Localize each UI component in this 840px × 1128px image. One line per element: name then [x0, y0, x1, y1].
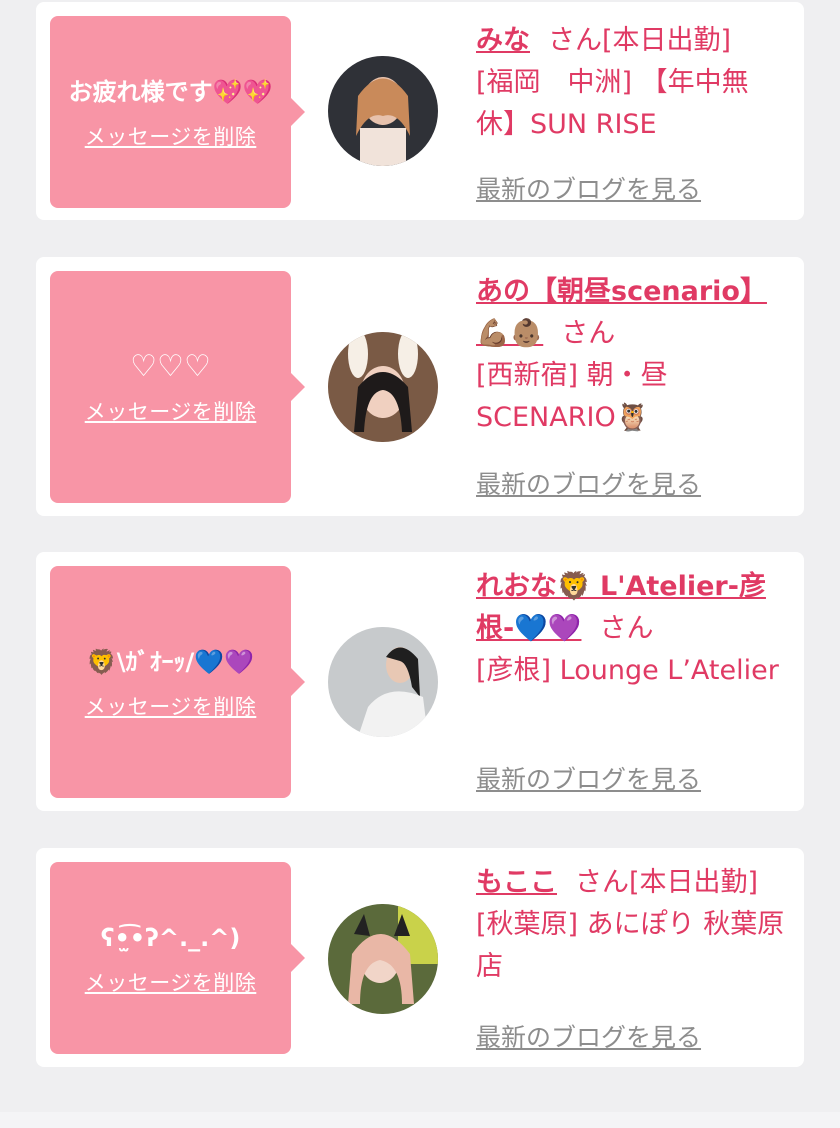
avatar[interactable]	[328, 332, 438, 442]
message-text: ♡♡♡	[130, 349, 211, 384]
name-suffix: さん[本日出勤]	[575, 867, 759, 898]
bottom-divider	[0, 1112, 840, 1128]
profile-name-link[interactable]: もここ	[476, 867, 557, 898]
delete-message-link[interactable]: メッセージを削除	[85, 121, 257, 151]
avatar[interactable]	[328, 627, 438, 737]
delete-message-link[interactable]: メッセージを削除	[85, 691, 257, 721]
profile-name-link[interactable]: あの【朝昼scenario】💪🏽👶🏽	[476, 276, 767, 349]
message-card: ♡♡♡ メッセージを削除 あの【朝昼scenario】💪🏽👶🏽 さん [西新宿] …	[36, 257, 804, 516]
latest-blog-link[interactable]: 最新のブログを見る	[476, 1018, 701, 1054]
message-bubble: ʕ•̫͡•ʔ^._.^) メッセージを削除	[50, 862, 305, 1054]
delete-message-link[interactable]: メッセージを削除	[85, 396, 257, 426]
name-suffix: さん	[599, 613, 654, 644]
shop-name: [秋葉原] あにぽり 秋葉原店	[476, 909, 785, 982]
profile-info: みな さん[本日出勤] [福岡 中洲] 【年中無休】SUN RISE	[476, 20, 786, 146]
message-bubble: ♡♡♡ メッセージを削除	[50, 271, 305, 503]
message-card: ʕ•̫͡•ʔ^._.^) メッセージを削除 もここ さん[本日出勤] [秋葉原] …	[36, 848, 804, 1067]
message-text: お疲れ様です💖💖	[68, 78, 273, 106]
latest-blog-link[interactable]: 最新のブログを見る	[476, 760, 701, 796]
avatar[interactable]	[328, 56, 438, 166]
shop-name: [福岡 中洲] 【年中無休】SUN RISE	[476, 67, 749, 140]
avatar[interactable]	[328, 904, 438, 1014]
name-suffix: さん[本日出勤]	[548, 25, 732, 56]
profile-info: あの【朝昼scenario】💪🏽👶🏽 さん [西新宿] 朝・昼SCENARIO🦉	[476, 271, 786, 439]
message-card: 🦁\ｶﾞｵｰｯ/💙💜 メッセージを削除 れおな🦁 L'Atelier-彦根-💙💜…	[36, 552, 804, 811]
message-bubble: お疲れ様です💖💖 メッセージを削除	[50, 16, 305, 208]
shop-name: [彦根] Lounge L’Atelier	[476, 655, 779, 686]
profile-name-link[interactable]: みな	[476, 25, 530, 56]
shop-name: [西新宿] 朝・昼SCENARIO🦉	[476, 360, 668, 433]
latest-blog-link[interactable]: 最新のブログを見る	[476, 170, 701, 206]
name-suffix: さん	[561, 318, 616, 349]
message-text: ʕ•̫͡•ʔ^._.^)	[100, 924, 241, 952]
message-text: 🦁\ｶﾞｵｰｯ/💙💜	[86, 648, 255, 676]
message-bubble: 🦁\ｶﾞｵｰｯ/💙💜 メッセージを削除	[50, 566, 305, 798]
profile-info: もここ さん[本日出勤] [秋葉原] あにぽり 秋葉原店	[476, 862, 786, 988]
message-card: お疲れ様です💖💖 メッセージを削除 みな さん[本日出勤] [福岡 中洲] 【年中…	[36, 2, 804, 220]
latest-blog-link[interactable]: 最新のブログを見る	[476, 465, 701, 501]
profile-info: れおな🦁 L'Atelier-彦根-💙💜 さん [彦根] Lounge L’Ate…	[476, 566, 786, 692]
delete-message-link[interactable]: メッセージを削除	[85, 967, 257, 997]
